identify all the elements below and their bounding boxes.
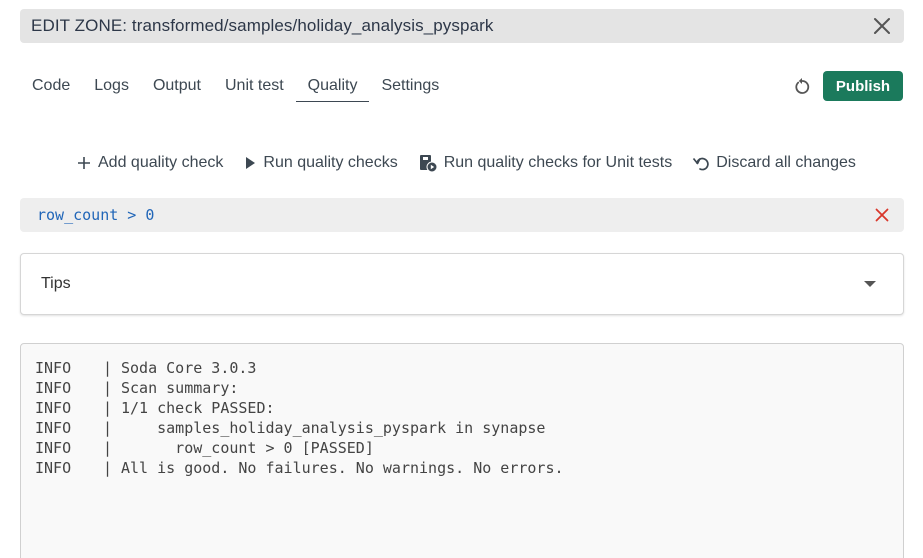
tips-accordion[interactable]: Tips: [20, 253, 904, 315]
close-icon[interactable]: [870, 14, 894, 38]
log-level: INFO: [35, 459, 72, 477]
log-separator: |: [103, 419, 113, 437]
quality-actions: Add quality check Run quality checks Run…: [76, 150, 876, 176]
add-quality-check-button[interactable]: Add quality check: [76, 154, 223, 172]
log-line: INFO | samples_holiday_analysis_pyspark i…: [35, 418, 903, 438]
scan-log-console: INFO | Soda Core 3.0.3 INFO | Scan summary: …: [20, 343, 904, 558]
tab-unit-test[interactable]: Unit test: [213, 72, 296, 102]
quality-check-row[interactable]: row_count > 0: [20, 198, 904, 232]
tab-quality[interactable]: Quality: [295, 72, 370, 102]
tab-output[interactable]: Output: [141, 72, 213, 102]
tab-bar: Code Logs Output Unit test Quality Setti…: [20, 72, 451, 102]
log-level: INFO: [35, 359, 72, 377]
log-level: INFO: [35, 439, 72, 457]
tips-label: Tips: [41, 275, 71, 292]
log-separator: |: [103, 459, 113, 477]
log-line: INFO | Soda Core 3.0.3: [35, 358, 903, 378]
log-separator: |: [103, 379, 113, 397]
publish-button[interactable]: Publish: [823, 71, 903, 101]
log-level: INFO: [35, 419, 72, 437]
log-message: row_count > 0 [PASSED]: [121, 439, 374, 457]
undo-icon: [693, 157, 709, 171]
delete-x-icon[interactable]: [873, 206, 891, 224]
discard-all-changes-button[interactable]: Discard all changes: [692, 154, 856, 172]
log-line: INFO | All is good. No failures. No warnin…: [35, 458, 903, 478]
log-line: INFO | 1/1 check PASSED:: [35, 398, 903, 418]
edit-zone-title: EDIT ZONE: transformed/samples/holiday_a…: [31, 16, 494, 35]
log-separator: |: [103, 439, 113, 457]
refresh-icon[interactable]: [789, 74, 815, 100]
log-message: Soda Core 3.0.3: [121, 359, 257, 377]
run-quality-checks-label: Run quality checks: [263, 154, 398, 171]
log-line: INFO | Scan summary:: [35, 378, 903, 398]
discard-all-changes-label: Discard all changes: [716, 154, 856, 171]
edit-zone-header: EDIT ZONE: transformed/samples/holiday_a…: [20, 9, 904, 43]
log-level: INFO: [35, 379, 72, 397]
play-icon: [246, 157, 256, 169]
plus-icon: [78, 157, 90, 169]
caret-down-icon: [864, 281, 876, 287]
log-separator: |: [103, 399, 113, 417]
run-quality-checks-button[interactable]: Run quality checks: [243, 154, 398, 172]
log-separator: |: [103, 359, 113, 377]
flask-run-icon: [419, 155, 438, 173]
log-level: INFO: [35, 399, 72, 417]
log-message: 1/1 check PASSED:: [121, 399, 275, 417]
add-quality-check-label: Add quality check: [98, 154, 224, 171]
run-quality-checks-unit-tests-button[interactable]: Run quality checks for Unit tests: [418, 153, 673, 173]
tab-code[interactable]: Code: [20, 72, 82, 102]
tab-settings[interactable]: Settings: [369, 72, 451, 102]
tab-logs[interactable]: Logs: [82, 72, 141, 102]
log-message: Scan summary:: [121, 379, 239, 397]
log-line: INFO | row_count > 0 [PASSED]: [35, 438, 903, 458]
run-quality-checks-unit-tests-label: Run quality checks for Unit tests: [443, 154, 673, 171]
quality-check-expression[interactable]: row_count > 0: [37, 206, 154, 224]
log-message: All is good. No failures. No warnings. N…: [121, 459, 564, 477]
log-message: samples_holiday_analysis_pyspark in syna…: [121, 419, 546, 437]
